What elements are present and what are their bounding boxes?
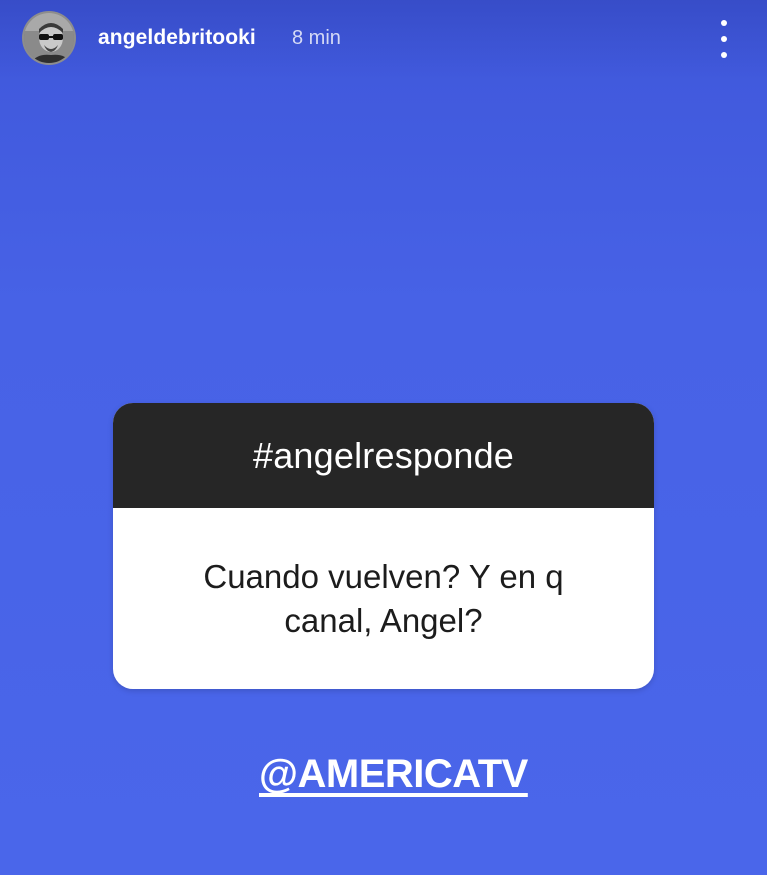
avatar[interactable]: [22, 11, 76, 65]
profile-photo-icon: [24, 13, 74, 63]
more-vertical-icon: [721, 20, 727, 26]
more-vertical-icon-dot: [721, 52, 727, 58]
story-username[interactable]: angeldebritooki: [98, 26, 256, 50]
question-sticker-title: #angelresponde: [252, 434, 515, 476]
question-sticker-body: Cuando vuelven? Y en q canal, Angel?: [113, 508, 654, 689]
more-vertical-icon-dot: [721, 36, 727, 42]
question-sticker-header: #angelresponde: [113, 403, 654, 508]
question-sticker[interactable]: #angelresponde Cuando vuelven? Y en q ca…: [113, 403, 654, 689]
story-timestamp: 8 min: [292, 27, 341, 49]
more-options-button[interactable]: [711, 20, 737, 58]
mention-link[interactable]: @AMERICATV: [259, 752, 528, 797]
question-text: Cuando vuelven? Y en q canal, Angel?: [203, 557, 564, 639]
story-header: angeldebritooki 8 min: [0, 0, 767, 80]
